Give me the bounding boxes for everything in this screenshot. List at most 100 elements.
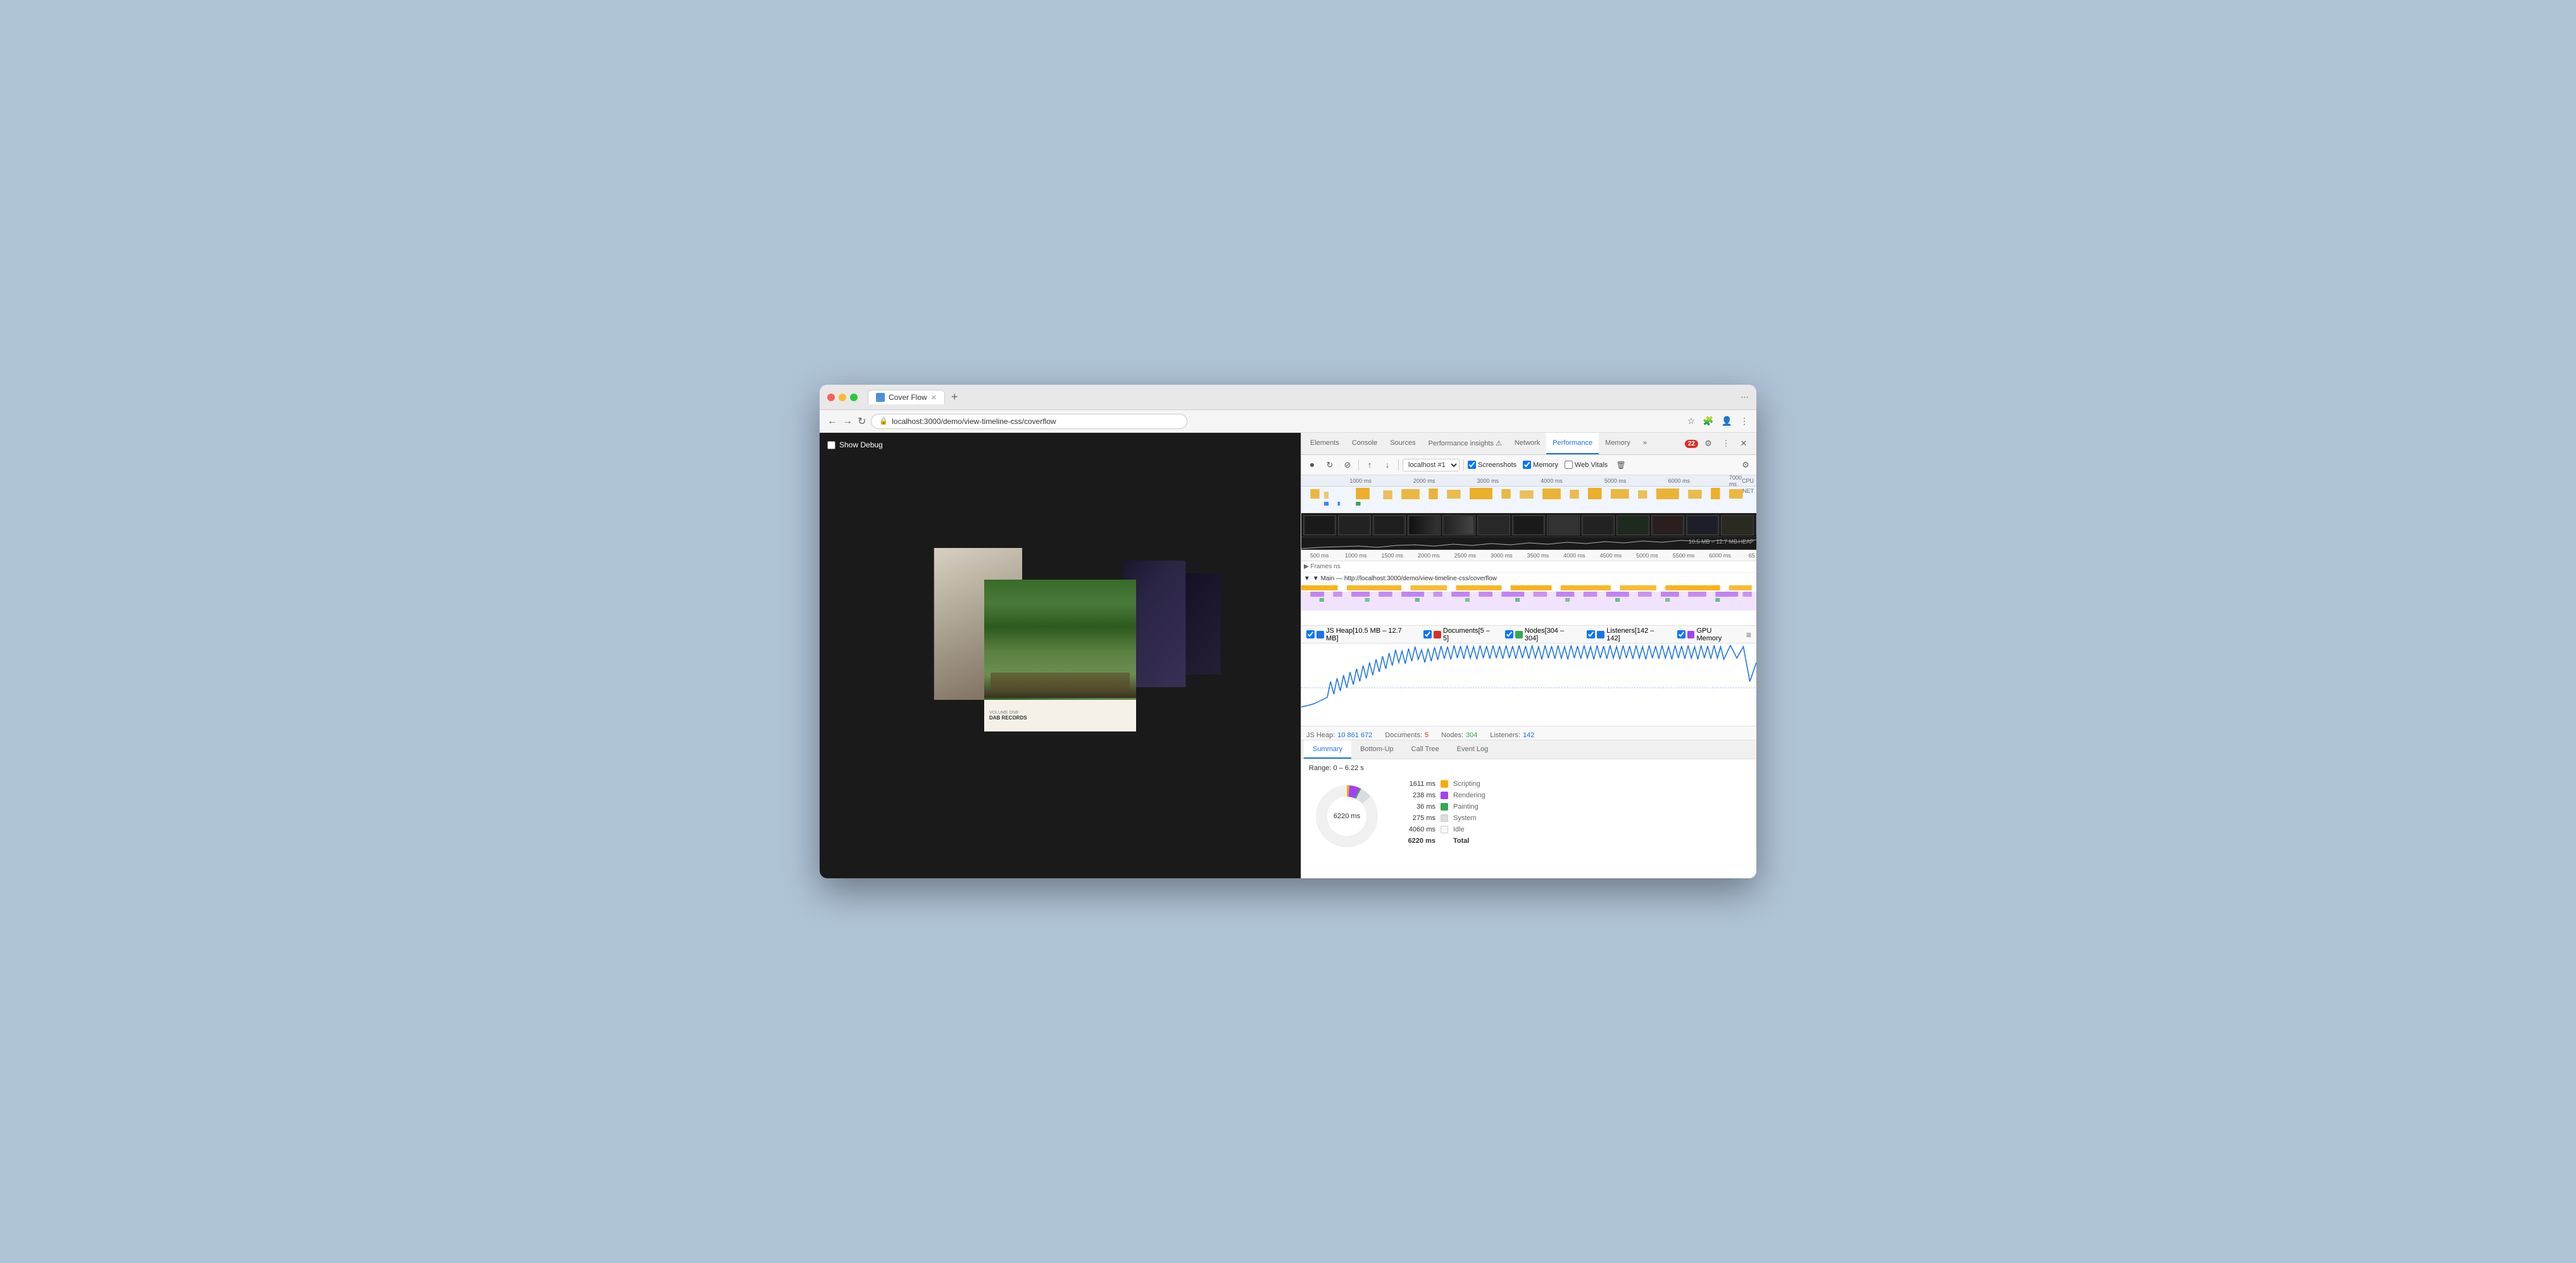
account-icon[interactable]: 👤 <box>1722 416 1732 426</box>
show-debug-label: Show Debug <box>839 440 883 449</box>
nodes-checkbox-label[interactable]: Nodes[304 – 304] <box>1505 627 1579 642</box>
system-color <box>1441 814 1448 822</box>
tab-performance-insights[interactable]: Performance insights ⚠ <box>1422 433 1508 454</box>
devtools-tab-icons: 22 ⚙ ⋮ ✕ <box>1682 433 1754 454</box>
summary-panel: Range: 0 – 6.22 s <box>1301 759 1756 878</box>
tab-more[interactable]: » <box>1637 433 1653 454</box>
main-timeline[interactable]: 500 ms 1000 ms 1500 ms 2000 ms 2500 ms 3… <box>1301 550 1756 626</box>
tab-sources[interactable]: Sources <box>1384 433 1422 454</box>
cpu-label: CPU <box>1742 478 1754 484</box>
screenshots-checkbox[interactable] <box>1468 461 1476 469</box>
nodes-stat-value: 304 <box>1466 731 1477 739</box>
memory-checkbox-label[interactable]: Memory <box>1523 461 1558 469</box>
screenshots-checkbox-label[interactable]: Screenshots <box>1468 461 1516 469</box>
summary-row-rendering: 238 ms Rendering <box>1404 790 1485 801</box>
cpu-svg <box>1301 487 1756 501</box>
r2-1500: 1500 ms <box>1382 552 1404 559</box>
tab-extras[interactable]: ⋯ <box>1741 392 1749 402</box>
forward-button[interactable]: → <box>842 416 853 427</box>
refresh-record-button[interactable]: ↻ <box>1323 458 1337 472</box>
bottom-tabs: Summary Bottom-Up Call Tree Event Log <box>1301 740 1756 759</box>
record-button[interactable]: ⏺ <box>1305 458 1319 472</box>
minimize-button[interactable] <box>839 394 846 401</box>
extension-icon[interactable]: 🧩 <box>1703 416 1713 426</box>
painting-name: Painting <box>1453 803 1479 811</box>
memory-graph <box>1301 644 1756 726</box>
export-button[interactable]: ↓ <box>1380 458 1394 472</box>
url-bar[interactable]: 🔒 localhost:3000/demo/view-timeline-css/… <box>871 414 1187 429</box>
web-vitals-checkbox[interactable] <box>1565 461 1573 469</box>
tab-console[interactable]: Console <box>1346 433 1384 454</box>
main-label: ▼ ▼ Main — http://localhost:3000/demo/vi… <box>1304 575 1497 582</box>
screenshot-thumb <box>1582 515 1615 535</box>
menu-icon[interactable]: ⋮ <box>1740 416 1749 426</box>
reload-button[interactable]: ↻ <box>858 415 866 428</box>
r2-3000: 3000 ms <box>1491 552 1513 559</box>
tab-call-tree[interactable]: Call Tree <box>1403 740 1448 759</box>
traffic-lights <box>827 394 858 401</box>
perf-settings-button[interactable]: ⚙ <box>1739 458 1753 472</box>
timeline-overview[interactable]: 1000 ms 2000 ms 3000 ms 4000 ms 5000 ms … <box>1301 475 1756 513</box>
back-button[interactable]: ← <box>827 416 837 427</box>
browser-window: Cover Flow ✕ + ⋯ ← → ↻ 🔒 localhost:3000/… <box>820 385 1756 878</box>
idle-name: Idle <box>1453 826 1465 833</box>
memory-scroll-button[interactable]: ≡ <box>1746 630 1751 640</box>
devtools-close-button[interactable]: ✕ <box>1736 436 1751 451</box>
tab-bottom-up[interactable]: Bottom-Up <box>1351 740 1403 759</box>
session-select[interactable]: localhost #1 <box>1403 459 1460 471</box>
new-tab-button[interactable]: + <box>947 390 962 404</box>
devtools-more-button[interactable]: ⋮ <box>1718 436 1734 451</box>
import-button[interactable]: ↑ <box>1363 458 1377 472</box>
url-text: localhost:3000/demo/view-timeline-css/co… <box>892 417 1056 426</box>
net-label: NET <box>1742 488 1754 494</box>
screenshot-thumb <box>1616 515 1649 535</box>
cpu-chart: NET <box>1301 487 1756 501</box>
documents-checkbox-label[interactable]: Documents[5 – 5] <box>1423 627 1497 642</box>
tab-elements[interactable]: Elements <box>1304 433 1346 454</box>
gpu-memory-checkbox-label[interactable]: GPU Memory <box>1677 627 1739 642</box>
fullscreen-button[interactable] <box>850 394 858 401</box>
listeners-label: Listeners[142 – 142] <box>1606 627 1669 642</box>
r2-65: 65 <box>1749 552 1755 559</box>
bookmark-icon[interactable]: ☆ <box>1687 416 1696 426</box>
main-row: ▼ ▼ Main — http://localhost:3000/demo/vi… <box>1301 573 1756 623</box>
ruler-label-1000: 1000 ms <box>1349 478 1372 484</box>
r2-5500: 5500 ms <box>1673 552 1695 559</box>
tab-close-button[interactable]: ✕ <box>931 394 937 402</box>
web-vitals-checkbox-label[interactable]: Web Vitals <box>1565 461 1608 469</box>
clear-recordings-button[interactable]: 🗑 <box>1614 458 1628 472</box>
tab-event-log[interactable]: Event Log <box>1448 740 1497 759</box>
close-button[interactable] <box>827 394 835 401</box>
summary-row-scripting: 1611 ms Scripting <box>1404 778 1485 790</box>
tab-performance[interactable]: Performance <box>1546 433 1599 454</box>
show-debug-checkbox[interactable] <box>827 441 835 449</box>
album-main: VOLUME ONE DAB RECORDS <box>984 580 1136 731</box>
tab-network[interactable]: Network <box>1508 433 1546 454</box>
tab-memory[interactable]: Memory <box>1599 433 1637 454</box>
screenshot-thumb <box>1686 515 1719 535</box>
ruler-label-4000: 4000 ms <box>1541 478 1563 484</box>
nodes-checkbox[interactable] <box>1505 630 1513 638</box>
js-heap-checkbox-label[interactable]: JS Heap[10.5 MB – 12.7 MB] <box>1306 627 1416 642</box>
listeners-checkbox-label[interactable]: Listeners[142 – 142] <box>1587 627 1669 642</box>
ruler-label-5000: 5000 ms <box>1604 478 1627 484</box>
devtools-tabs: Elements Console Sources Performance ins… <box>1301 433 1756 455</box>
r2-3500: 3500 ms <box>1527 552 1549 559</box>
tab-summary[interactable]: Summary <box>1304 740 1351 759</box>
js-heap-checkbox[interactable] <box>1306 630 1315 638</box>
js-heap-label: JS Heap[10.5 MB – 12.7 MB] <box>1326 627 1416 642</box>
timeline-bars-area <box>1301 585 1756 623</box>
listeners-checkbox[interactable] <box>1587 630 1595 638</box>
clear-button[interactable]: ⊘ <box>1341 458 1354 472</box>
frames-row: ▶ Frames ns <box>1301 561 1756 573</box>
rendering-ms: 238 ms <box>1404 792 1435 799</box>
js-heap-stat-value: 10 861 672 <box>1337 731 1372 739</box>
gpu-memory-checkbox[interactable] <box>1677 630 1685 638</box>
idle-color <box>1441 826 1448 833</box>
active-tab[interactable]: Cover Flow ✕ <box>868 390 945 404</box>
memory-checkbox[interactable] <box>1523 461 1531 469</box>
activity-bars-svg <box>1301 585 1756 623</box>
album-container: VOLUME ONE DAB RECORDS <box>902 535 1218 776</box>
documents-checkbox[interactable] <box>1423 630 1432 638</box>
devtools-settings-button[interactable]: ⚙ <box>1701 436 1716 451</box>
